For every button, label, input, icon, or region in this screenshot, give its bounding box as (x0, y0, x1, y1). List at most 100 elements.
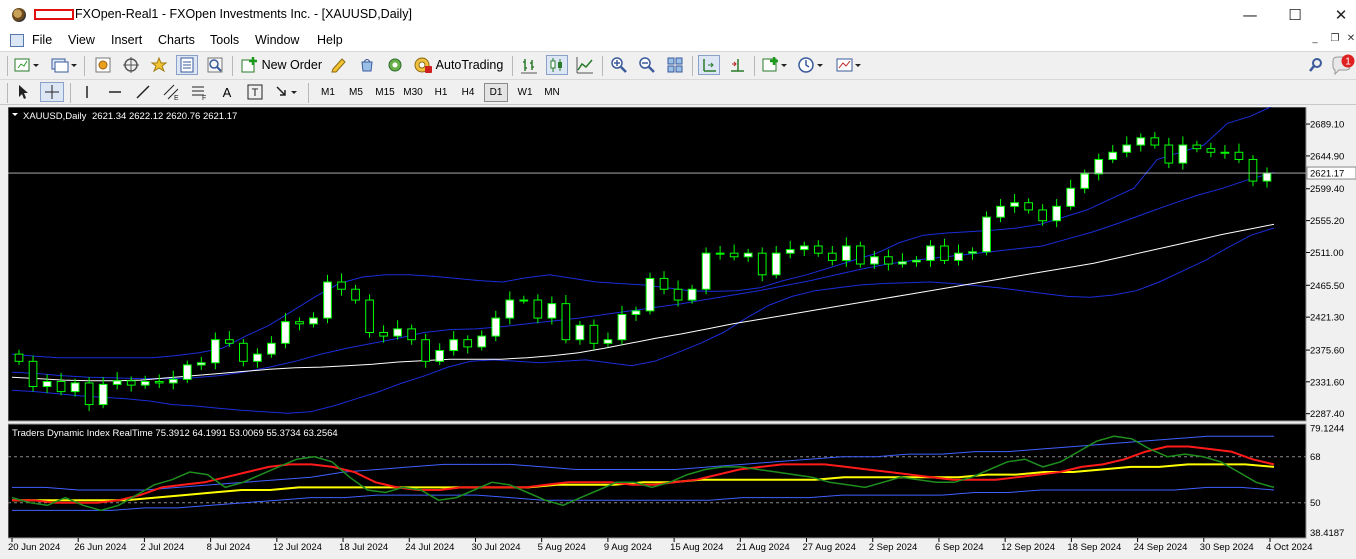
candle-body (379, 331, 388, 337)
chart-window[interactable]: 2689.10 2644.90 2599.40 2555.20 2511.00 2465.… (8, 107, 1356, 559)
line-studies-toolbar: E F A T M1 M5 M15 M30 H1 H4 D1 W1 MN (0, 79, 1356, 105)
candle-body (827, 252, 837, 261)
menu-view[interactable]: View (68, 33, 95, 47)
signals-icon[interactable] (384, 55, 406, 75)
new-order-label: New Order (261, 58, 322, 72)
fibonacci-icon[interactable]: F (188, 82, 210, 102)
candle-body (421, 339, 431, 362)
templates-icon[interactable] (834, 55, 864, 75)
favorites-icon[interactable] (148, 55, 170, 75)
vertical-line-icon[interactable] (76, 82, 98, 102)
candle-body (281, 321, 290, 344)
redacted-account (34, 9, 74, 20)
new-chart-icon[interactable] (12, 55, 42, 75)
timeframe-d1[interactable]: D1 (484, 83, 508, 102)
date-tick-label: 2 Jul 2024 (140, 542, 184, 553)
chart-shift-icon[interactable] (698, 55, 720, 75)
price-tick-label: 2375.60 (1310, 346, 1344, 357)
candle-body (1094, 158, 1104, 175)
timeframe-h1[interactable]: H1 (429, 83, 453, 102)
timeframe-w1[interactable]: W1 (513, 83, 537, 102)
tile-windows-icon[interactable] (664, 55, 686, 75)
crosshair-icon[interactable] (40, 82, 64, 102)
indicators-icon[interactable] (760, 55, 790, 75)
market-watch-icon[interactable] (92, 55, 114, 75)
candle-body (1164, 144, 1174, 164)
autoscroll-icon[interactable] (726, 55, 748, 75)
candle-body (926, 245, 935, 261)
date-tick-label: 4 Oct 2024 (1266, 542, 1312, 553)
metaeditor-icon[interactable] (328, 55, 350, 75)
line-chart-icon[interactable] (574, 55, 596, 75)
timeframe-m5[interactable]: M5 (344, 83, 368, 102)
maximize-button[interactable]: ☐ (1272, 0, 1318, 30)
menu-window[interactable]: Window (255, 33, 299, 47)
candle-body (968, 251, 977, 254)
candle-body (70, 382, 80, 393)
search-icon[interactable] (1306, 55, 1326, 75)
text-icon[interactable]: A (216, 82, 238, 102)
arrows-icon[interactable] (272, 82, 302, 102)
autotrading-button[interactable]: AutoTrading (410, 55, 506, 75)
date-tick-label: 18 Sep 2024 (1067, 542, 1121, 553)
new-order-icon (241, 57, 257, 73)
timeframe-m1[interactable]: M1 (316, 83, 340, 102)
candle-body (701, 252, 711, 290)
price-tick-label: 2287.40 (1310, 409, 1344, 420)
candle-body (1122, 144, 1132, 153)
candle-body (1052, 205, 1062, 222)
candle-body (813, 245, 823, 254)
equidistant-channel-icon[interactable]: E (160, 82, 182, 102)
svg-text:F: F (202, 95, 206, 101)
data-window-icon[interactable] (176, 55, 198, 75)
candle-body (1206, 148, 1216, 153)
zoom-out-icon[interactable] (636, 55, 658, 75)
candle-body (28, 360, 38, 388)
date-tick-label: 5 Aug 2024 (538, 542, 586, 553)
strategy-tester-icon[interactable] (204, 55, 226, 75)
candle-body (617, 313, 627, 341)
candlesticks-icon[interactable] (546, 55, 568, 75)
timeframe-mn[interactable]: MN (540, 83, 564, 102)
price-tick-label: 2644.90 (1310, 151, 1344, 162)
bar-chart-icon[interactable] (518, 55, 540, 75)
navigator-icon[interactable] (120, 55, 142, 75)
menu-insert[interactable]: Insert (111, 33, 142, 47)
profiles-icon[interactable] (48, 55, 78, 75)
candle-body (1248, 158, 1258, 182)
date-tick-label: 26 Jun 2024 (74, 542, 126, 553)
menu-help[interactable]: Help (317, 33, 343, 47)
date-tick-label: 6 Sep 2024 (935, 542, 984, 553)
mdi-minimize-button[interactable]: _ (1306, 33, 1324, 48)
price-chart[interactable]: 2689.10 2644.90 2599.40 2555.20 2511.00 2465.… (8, 107, 1356, 559)
candle-body (898, 261, 907, 265)
date-tick-label: 20 Jun 2024 (8, 542, 60, 553)
terminal-window: FXOpen-Real1 - FXOpen Investments Inc. -… (0, 0, 1356, 559)
timeframe-m15[interactable]: M15 (372, 83, 398, 102)
price-tick-label: 2331.60 (1310, 377, 1344, 388)
menu-charts[interactable]: Charts (158, 33, 195, 47)
periods-icon[interactable] (796, 55, 826, 75)
trendline-icon[interactable] (132, 82, 154, 102)
mql-market-icon[interactable] (356, 55, 378, 75)
menu-tools[interactable]: Tools (210, 33, 239, 47)
timeframe-h4[interactable]: H4 (456, 83, 480, 102)
cursor-icon[interactable] (12, 82, 34, 102)
candle-body (14, 353, 24, 362)
new-order-button[interactable]: New Order (240, 55, 322, 75)
candle-body (295, 321, 304, 325)
text-label-icon[interactable]: T (244, 82, 266, 102)
zoom-in-icon[interactable] (608, 55, 630, 75)
notification-icon[interactable]: 1 (1330, 53, 1356, 77)
timeframe-m30[interactable]: M30 (400, 83, 426, 102)
horizontal-line-icon[interactable] (104, 82, 126, 102)
date-tick-label: 15 Aug 2024 (670, 542, 723, 553)
minimize-button[interactable]: — (1227, 0, 1273, 30)
candle-body (533, 299, 543, 319)
mdi-close-button[interactable]: ✕ (1342, 33, 1356, 48)
close-button[interactable]: ✕ (1318, 0, 1356, 30)
candle-body (1262, 172, 1272, 182)
candle-body (1220, 151, 1230, 154)
autotrading-icon (414, 57, 432, 73)
menu-file[interactable]: File (32, 33, 52, 47)
